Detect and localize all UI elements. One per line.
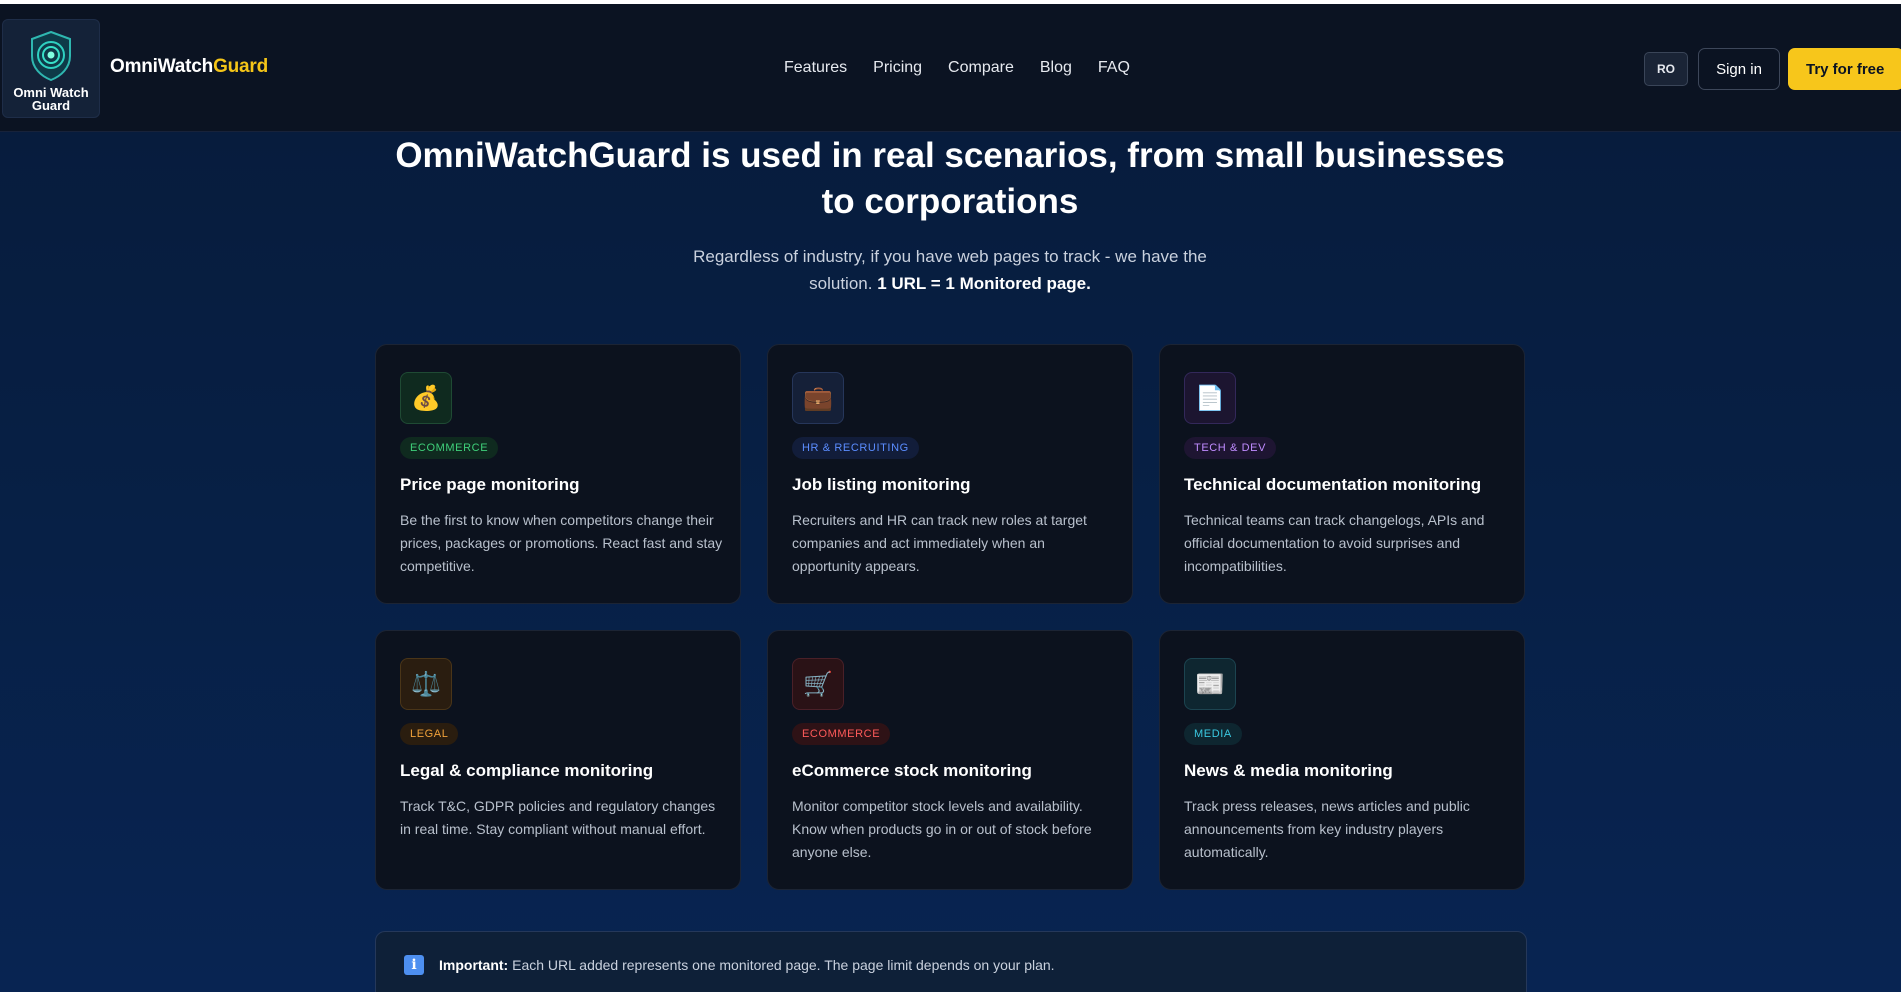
use-case-card: 🛒 ECOMMERCE eCommerce stock monitoring M…: [767, 630, 1133, 890]
notice-body: Each URL added represents one monitored …: [512, 957, 1055, 973]
card-description: Track T&C, GDPR policies and regulatory …: [400, 798, 716, 837]
hero-subtitle-emphasis: 1 URL = 1 Monitored page.: [877, 274, 1091, 293]
briefcase-icon: 💼: [792, 372, 844, 424]
nav-features[interactable]: Features: [784, 59, 847, 77]
use-case-card: 📰 MEDIA News & media monitoring Track pr…: [1159, 630, 1525, 890]
language-button[interactable]: RO: [1644, 52, 1688, 86]
main-nav: Features Pricing Compare Blog FAQ: [784, 59, 1156, 77]
use-case-card: 💰 ECOMMERCE Price page monitoring Be the…: [375, 344, 741, 604]
notice-text: Important: Each URL added represents one…: [439, 957, 1055, 973]
nav-faq[interactable]: FAQ: [1098, 59, 1130, 77]
card-title: Technical documentation monitoring: [1184, 475, 1482, 494]
important-notice: i Important: Each URL added represents o…: [375, 931, 1527, 992]
hero-title-line1: OmniWatchGuard is used in real scenarios…: [395, 136, 1505, 175]
sign-in-button[interactable]: Sign in: [1698, 48, 1780, 90]
page: Omni Watch Guard OmniWatchGuard Features…: [0, 0, 1901, 992]
card-title: Legal & compliance monitoring: [400, 761, 654, 780]
hero-title: OmniWatchGuard is used in real scenarios…: [350, 133, 1550, 225]
shield-eye-icon: [31, 30, 71, 82]
nav-compare[interactable]: Compare: [948, 59, 1014, 77]
use-case-card: 📄 TECH & DEV Technical documentation mon…: [1159, 344, 1525, 604]
scales-icon: ⚖️: [400, 658, 452, 710]
card-title: Job listing monitoring: [792, 475, 971, 494]
newspaper-icon: 📰: [1184, 658, 1236, 710]
category-badge: TECH & DEV: [1184, 437, 1277, 459]
card-title: News & media monitoring: [1184, 761, 1393, 780]
logo-text-line2: Guard: [31, 98, 71, 113]
card-title: eCommerce stock monitoring: [792, 761, 1032, 780]
use-case-card: ⚖️ LEGAL Legal & compliance monitoring T…: [375, 630, 741, 890]
hero-subtitle-line2: solution.: [809, 274, 873, 293]
card-description: Track press releases, news articles and …: [1184, 798, 1470, 860]
try-for-free-button[interactable]: Try for free: [1788, 48, 1901, 90]
card-description: Monitor competitor stock levels and avai…: [792, 798, 1092, 860]
document-icon: 📄: [1184, 372, 1236, 424]
category-badge: LEGAL: [400, 723, 459, 745]
category-badge: HR & RECRUITING: [792, 437, 919, 459]
brand-name[interactable]: OmniWatchGuard: [110, 56, 268, 78]
use-case-card: 💼 HR & RECRUITING Job listing monitoring…: [767, 344, 1133, 604]
card-description: Be the first to know when competitors ch…: [400, 512, 723, 574]
info-icon: i: [404, 955, 424, 975]
shopping-cart-icon: 🛒: [792, 658, 844, 710]
logo[interactable]: Omni Watch Guard: [2, 19, 100, 118]
logo-text: Omni Watch Guard: [13, 86, 88, 112]
notice-label: Important:: [439, 957, 509, 973]
card-description: Recruiters and HR can track new roles at…: [792, 512, 1087, 574]
brand-part1: OmniWatch: [110, 56, 214, 77]
site-header: Omni Watch Guard OmniWatchGuard Features…: [0, 4, 1901, 132]
money-bag-icon: 💰: [400, 372, 452, 424]
category-badge: ECOMMERCE: [792, 723, 891, 745]
hero-title-line2: to corporations: [821, 182, 1079, 221]
hero-subtitle-line1: Regardless of industry, if you have web …: [693, 247, 1207, 266]
category-badge: ECOMMERCE: [400, 437, 499, 459]
brand-part2: Guard: [213, 56, 269, 77]
hero-subtitle: Regardless of industry, if you have web …: [620, 243, 1280, 297]
nav-pricing[interactable]: Pricing: [873, 59, 922, 77]
card-title: Price page monitoring: [400, 475, 580, 494]
category-badge: MEDIA: [1184, 723, 1242, 745]
card-description: Technical teams can track changelogs, AP…: [1184, 512, 1485, 574]
nav-blog[interactable]: Blog: [1040, 59, 1072, 77]
